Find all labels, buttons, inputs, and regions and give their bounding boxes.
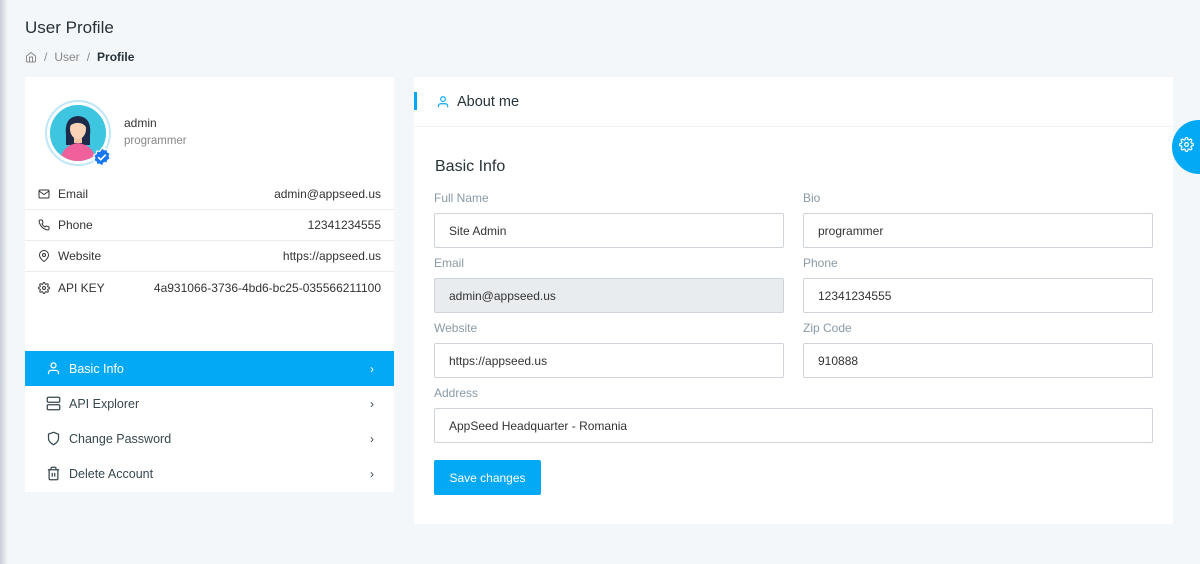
map-pin-icon [38, 250, 50, 262]
info-label: API KEY [58, 280, 105, 295]
address-label: Address [434, 386, 479, 400]
chevron-right-icon: › [370, 466, 374, 481]
info-label: Phone [58, 218, 93, 232]
trash-icon [45, 466, 61, 482]
about-header: About me [414, 77, 1173, 127]
info-label: Website [58, 249, 102, 263]
profile-head: admin programmer [25, 77, 394, 177]
info-value: 12341234555 [307, 218, 381, 232]
bio-input[interactable] [803, 213, 1153, 248]
breadcrumb-profile: Profile [97, 50, 135, 64]
full-name-field: Full Name [434, 191, 784, 248]
section-title: Basic Info [435, 158, 506, 175]
website-input[interactable] [434, 343, 784, 378]
zip-code-input[interactable] [803, 343, 1153, 378]
info-row-phone: Phone 12341234555 [25, 210, 394, 241]
window-edge-shadow [0, 0, 8, 564]
accent-bar [414, 92, 417, 110]
info-row-api-key: API KEY 4a931066-3736-4bd6-bc25-03556621… [25, 272, 394, 303]
menu-item-label: Delete Account [69, 466, 154, 481]
phone-input[interactable] [803, 278, 1153, 313]
website-label: Website [434, 321, 478, 335]
chevron-right-icon: › [370, 396, 374, 411]
info-row-email: Email admin@appseed.us [25, 179, 394, 210]
info-value: 4a931066-3736-4bd6-bc25-035566211100 [153, 280, 381, 295]
full-name-input[interactable] [434, 213, 784, 248]
page-header: User Profile / User / Profile [25, 18, 134, 64]
menu-item-label: Basic Info [69, 361, 124, 376]
profile-info-list: Email admin@appseed.us Phone 12341234555… [25, 179, 394, 303]
full-name-label: Full Name [434, 191, 489, 205]
profile-card: admin programmer Email admin@appseed.us … [25, 77, 394, 492]
save-changes-button[interactable]: Save changes [434, 460, 541, 495]
chevron-right-icon: › [370, 431, 374, 446]
home-icon[interactable] [25, 51, 37, 63]
server-icon [45, 396, 61, 412]
about-title: About me [457, 93, 520, 110]
chevron-right-icon: › [370, 361, 374, 376]
phone-label: Phone [803, 256, 838, 270]
menu-item-change-password[interactable]: Change Password › [25, 421, 394, 456]
menu-item-label: Change Password [69, 431, 172, 446]
info-row-website: Website https://appseed.us [25, 241, 394, 272]
bio-label: Bio [803, 191, 821, 205]
email-field: Email [434, 256, 784, 313]
info-value: https://appseed.us [282, 249, 381, 263]
breadcrumb: / User / Profile [25, 50, 134, 64]
mail-icon [38, 188, 50, 200]
info-label: Email [58, 187, 89, 201]
info-value: admin@appseed.us [274, 187, 381, 201]
profile-role: programmer [124, 135, 187, 147]
zip-code-field: Zip Code [803, 321, 1153, 378]
user-icon [436, 95, 450, 109]
phone-icon [38, 219, 50, 231]
menu-item-label: API Explorer [69, 396, 140, 411]
email-label: Email [434, 256, 465, 270]
email-input [434, 278, 784, 313]
gear-icon [1178, 137, 1194, 157]
breadcrumb-separator: / [44, 50, 48, 64]
breadcrumb-user[interactable]: User [54, 50, 79, 64]
phone-field: Phone [803, 256, 1153, 313]
menu-item-delete-account[interactable]: Delete Account › [25, 456, 394, 491]
user-icon [45, 361, 61, 377]
settings-tab[interactable] [1172, 120, 1200, 174]
settings-icon [38, 281, 50, 294]
profile-name: admin [124, 116, 157, 130]
shield-icon [45, 431, 61, 447]
menu-item-api-explorer[interactable]: API Explorer › [25, 386, 394, 421]
menu-item-basic-info[interactable]: Basic Info › [25, 351, 394, 386]
about-card: About me Basic Info Full Name Bio Email … [414, 77, 1173, 524]
page-title: User Profile [25, 18, 114, 37]
profile-menu: Basic Info › API Explorer › Change Passw… [25, 351, 394, 491]
website-field: Website [434, 321, 784, 378]
address-input[interactable] [434, 408, 1153, 443]
bio-field: Bio [803, 191, 1153, 248]
breadcrumb-separator: / [86, 50, 91, 64]
address-field: Address [434, 386, 1153, 443]
zip-code-label: Zip Code [803, 321, 852, 335]
verified-badge-icon [92, 146, 112, 168]
